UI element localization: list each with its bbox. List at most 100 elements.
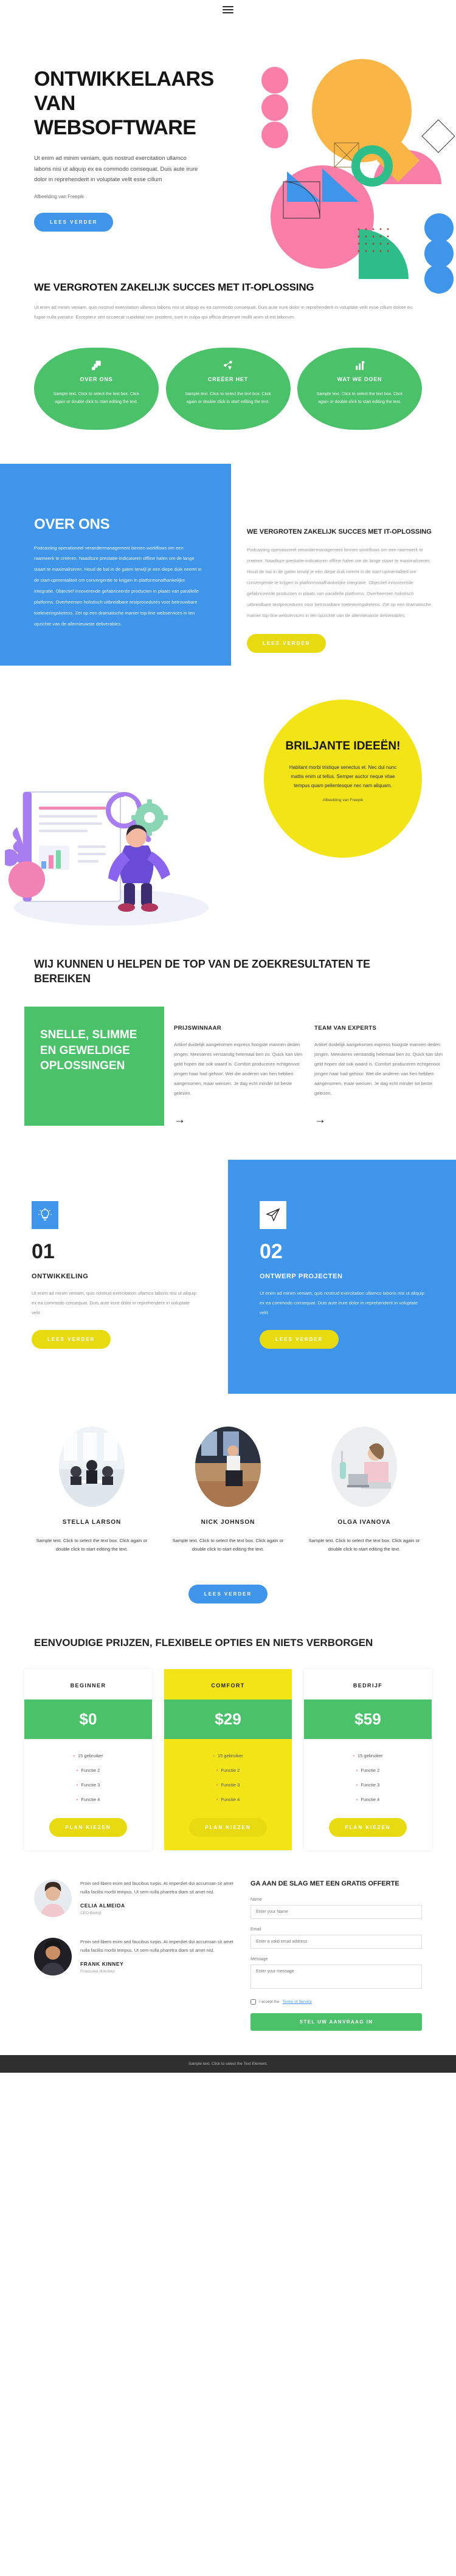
success-card-text: Sample text. Click to select the text bo… [185, 391, 271, 404]
plan-select-button[interactable]: PLAN KIEZEN [329, 1818, 407, 1837]
plan-feature-list: ▪ 15 gebruiker ▪ Functie 2 ▪ Functie 3 ▪ Fun… [304, 1739, 432, 1811]
ideas-circle: BRILJANTE IDEEËN! Habitant morbi tristiq… [264, 700, 422, 858]
about-read-more-button[interactable]: LEES VERDER [247, 634, 326, 653]
team-member: OLGA IVANOVA Sample text. Click to selec… [306, 1426, 422, 1555]
team-member-name: OLGA IVANOVA [337, 1518, 391, 1526]
bullet-icon: ▪ [76, 1797, 78, 1803]
pricing-plan-card: BEGINNER $0 ▪ 15 gebruiker ▪ Functie 2 ▪ Fu… [24, 1669, 152, 1851]
plan-feature: ▪ 15 gebruiker [353, 1753, 383, 1759]
email-input[interactable] [250, 1934, 422, 1949]
arrow-right-icon[interactable]: → [174, 1114, 305, 1126]
hero-paragraph: Ut enim ad minim veniam, quis nostrud ex… [34, 155, 198, 184]
testimonial-item: Proin sed libero enim sed faucibus turpi… [34, 1938, 235, 1976]
testimonial-item: Proin sed libero enim sed faucibus turpi… [34, 1879, 235, 1918]
plan-feature: ▪ Functie 2 [76, 1768, 100, 1774]
bullet-icon: ▪ [356, 1797, 358, 1803]
about-section: OVER ONS Podcasting operationeel verande… [0, 463, 456, 666]
message-label: Message [250, 1957, 268, 1961]
consent-checkbox[interactable] [250, 1999, 256, 2005]
terms-of-service-link[interactable]: Terms of Service [283, 2000, 312, 2004]
plan-feature: ▪ 15 gebruiker [73, 1753, 103, 1759]
message-textarea[interactable] [250, 1964, 422, 1989]
contact-title: GA AAN DE SLAG MET EEN GRATIS OFFERTE [250, 1880, 399, 1888]
testimonial-body: Proin sed libero enim sed faucibus turpi… [80, 1879, 235, 1917]
consent-row: I accept the Terms of Service [250, 1999, 422, 2005]
step-text: Ut enim ad minim veniam, quis nostrud ex… [32, 1290, 196, 1315]
testimonial-text: Proin sed libero enim sed faucibus turpi… [80, 1881, 233, 1895]
testimonial-role: CEO Bedrijf [80, 1911, 102, 1916]
name-field-group: Name [250, 1898, 422, 1919]
help-heading-block: WIJ KUNNEN U HELPEN DE TOP VAN DE ZOEKRE… [0, 957, 456, 986]
avatar [59, 1426, 125, 1507]
page-root: ONTWIKKELAARS VAN WEBSOFTWARE Ut enim ad… [0, 0, 456, 2073]
plan-price: $59 [304, 1700, 432, 1740]
plan-feature: ▪ Functie 4 [76, 1797, 100, 1803]
success-cards: OVER ONS Sample text. Click to select th… [34, 347, 422, 430]
success-card[interactable]: WAT WE DOEN Sample text. Click to select… [297, 347, 422, 430]
feature-column: PRIJSWINNAAR Artikel duidelijk aangekome… [174, 1007, 305, 1126]
team-member-text: Sample text. Click to select the text bo… [308, 1537, 420, 1552]
bullet-icon: ▪ [216, 1797, 218, 1803]
arrow-right-icon[interactable]: → [314, 1114, 445, 1126]
team-section: STELLA LARSON Sample text. Click to sele… [0, 1394, 456, 1555]
site-footer: Sample text. Click to select the Text El… [0, 2054, 456, 2073]
team-member: STELLA LARSON Sample text. Click to sele… [34, 1426, 150, 1555]
bullet-icon: ▪ [73, 1753, 75, 1759]
plan-feature: ▪ Functie 3 [76, 1782, 100, 1788]
feature-title: PRIJSWINNAAR [174, 1025, 222, 1032]
success-card-text: Sample text. Click to select the text bo… [53, 391, 140, 404]
plan-feature: ▪ Functie 3 [356, 1782, 380, 1788]
hero-image-credit: Afbeelding van Freepik [34, 194, 84, 200]
testimonial-role: Financieel directeur [80, 1969, 115, 1974]
consent-text: I accept the [259, 1999, 280, 2004]
team-read-more-button[interactable]: LEES VERDER [188, 1585, 268, 1604]
feature-text: Artikel duidelijk aangekomen express hoo… [174, 1042, 303, 1096]
pricing-heading-block: EENVOUDIGE PRIJZEN, FLEXIBELE OPTIES EN … [0, 1636, 456, 1650]
step-read-more-button[interactable]: LEES VERDER [32, 1329, 111, 1349]
step-title: ONTWIKKELING [32, 1272, 89, 1280]
plan-price: $0 [24, 1700, 152, 1740]
plan-select-button[interactable]: PLAN KIEZEN [189, 1818, 267, 1837]
ideas-text: Habitant morbi tristique senectus et. Ne… [289, 765, 397, 788]
pricing-plan-card: BEDRIJF $59 ▪ 15 gebruiker ▪ Functie 2 ▪ Fu… [304, 1669, 432, 1851]
success-card[interactable]: OVER ONS Sample text. Click to select th… [34, 347, 159, 430]
success-card-title: OVER ONS [80, 376, 113, 382]
bullet-icon: ▪ [76, 1782, 78, 1788]
team-button-wrap: LEES VERDER [0, 1571, 456, 1604]
step-card-02: 02 ONTWERP PROJECTEN Ut enim ad minim ve… [228, 1159, 456, 1394]
name-input[interactable] [250, 1904, 422, 1919]
success-card[interactable]: CREËER HET Sample text. Click to select … [165, 347, 291, 430]
team-member-name: STELLA LARSON [62, 1518, 122, 1526]
about-right-text: Podcasting operationeel verandermanageme… [247, 547, 432, 618]
testimonials-list: Proin sed libero enim sed faucibus turpi… [34, 1879, 235, 2030]
avatar [195, 1426, 261, 1507]
plan-price: $29 [164, 1700, 292, 1740]
pricing-plan-card: COMFORT $29 ▪ 15 gebruiker ▪ Functie 2 ▪ Fu… [164, 1669, 292, 1851]
hamburger-menu-icon[interactable] [223, 4, 233, 15]
site-header [0, 0, 456, 19]
lightbulb-icon [32, 1200, 58, 1229]
success-paragraph: Ut enim ad minim veniam, quis nostrud ex… [34, 304, 413, 320]
hero-copy: ONTWIKKELAARS VAN WEBSOFTWARE Ut enim ad… [34, 67, 235, 232]
submit-button[interactable]: Stel uw aanvraag in [250, 2013, 422, 2031]
plan-select-button[interactable]: PLAN KIEZEN [49, 1818, 127, 1837]
about-right-title: WE VERGROTEN ZAKELIJK SUCCES MET IT-OPLO… [247, 528, 432, 536]
success-card-title: CREËER HET [207, 376, 248, 382]
step-read-more-button[interactable]: LEES VERDER [260, 1329, 339, 1349]
step-text: Ut enim ad minim veniam, quis nostrud ex… [260, 1290, 424, 1315]
features-green-panel: SNELLE, SLIMME EN GEWELDIGE OPLOSSINGEN [24, 1007, 164, 1126]
team-member: NICK JOHNSON Sample text. Click to selec… [170, 1426, 286, 1555]
feature-column: TEAM VAN EXPERTS Artikel duidelijk aange… [314, 1007, 445, 1126]
bullet-icon: ▪ [353, 1753, 354, 1759]
ideas-illustration [1, 754, 218, 937]
plan-name: BEGINNER [70, 1682, 106, 1689]
team-member-text: Sample text. Click to select the text bo… [172, 1537, 284, 1552]
plan-feature: ▪ Functie 4 [216, 1797, 240, 1803]
bullet-icon: ▪ [356, 1782, 358, 1788]
step-card-01: 01 ONTWIKKELING Ut enim ad minim veniam,… [0, 1159, 228, 1394]
feature-text: Artikel duidelijk aangekomen express hoo… [314, 1042, 443, 1096]
contact-form: GA AAN DE SLAG MET EEN GRATIS OFFERTE Na… [250, 1879, 422, 2031]
team-member-text: Sample text. Click to select the text bo… [36, 1537, 148, 1552]
team-member-name: NICK JOHNSON [201, 1518, 255, 1526]
hero-read-more-button[interactable]: LEES VERDER [34, 213, 114, 232]
